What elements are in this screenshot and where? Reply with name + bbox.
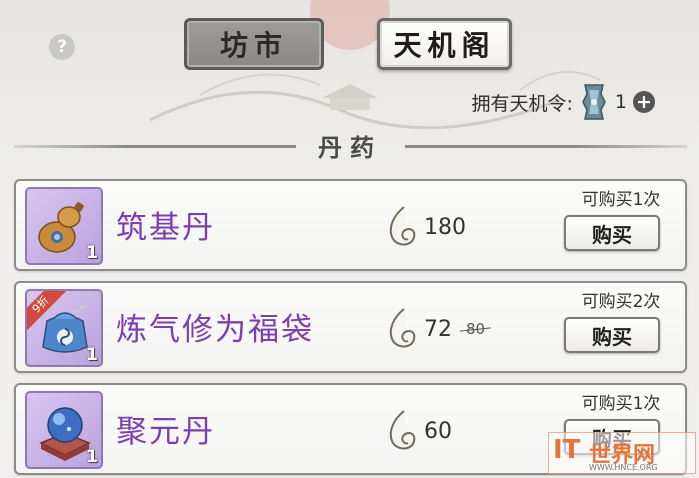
item-name: 筑基丹 <box>116 210 215 246</box>
item-quantity: 1 <box>86 345 98 365</box>
tab-market-label: 坊市 <box>219 29 288 62</box>
item-quantity: 1 <box>86 243 98 263</box>
divider-left <box>14 145 296 148</box>
question-icon: ? <box>57 37 67 57</box>
item-quantity: 1 <box>86 447 98 467</box>
original-price: 80 <box>466 320 486 338</box>
purchase-limit: 可购买1次 <box>581 394 661 414</box>
item-thumbnail[interactable]: 9折 1 <box>25 289 103 367</box>
item-name: 炼气修为福袋 <box>116 312 314 348</box>
section-header: 丹药 <box>0 128 699 164</box>
item-price: 60 <box>386 409 452 453</box>
item-name: 聚元丹 <box>116 414 215 450</box>
shop-item-card: 9折 1 炼气修为福袋 72 80 可购买2次 购买 <box>14 281 687 373</box>
price-value: 180 <box>424 214 466 240</box>
tab-tianji-pavilion[interactable]: 天机阁 <box>377 18 512 70</box>
shop-item-card: 1 筑基丹 180 可购买1次 购买 <box>14 179 687 271</box>
item-price: 180 <box>386 205 466 249</box>
watermark-brand: IT <box>553 435 581 465</box>
section-title: 丹药 <box>318 133 382 162</box>
spirit-jade-currency-icon <box>389 410 416 450</box>
buy-button[interactable]: 购买 <box>564 317 660 353</box>
spirit-jade-currency-icon <box>389 206 416 246</box>
buy-button[interactable]: 购买 <box>564 215 660 251</box>
purchase-limit: 可购买1次 <box>581 190 661 210</box>
tab-market[interactable]: 坊市 <box>184 18 324 70</box>
plus-icon: + <box>636 90 652 113</box>
site-watermark: IT 世界网 WWW.HNCE.ORG <box>548 432 696 474</box>
tianji-token-icon <box>582 84 606 120</box>
tab-tianji-label: 天机阁 <box>393 29 496 62</box>
token-count: 1 <box>614 91 627 113</box>
purchase-limit: 可购买2次 <box>581 292 661 312</box>
item-thumbnail[interactable]: 1 <box>25 187 103 265</box>
item-thumbnail[interactable]: 1 <box>25 391 103 469</box>
token-balance: 拥有天机令: 1 + <box>471 82 655 122</box>
price-value: 72 <box>424 316 452 342</box>
watermark-url: WWW.HNCE.ORG <box>589 463 658 472</box>
price-value: 60 <box>424 418 452 444</box>
token-label: 拥有天机令: <box>471 92 573 115</box>
add-token-button[interactable]: + <box>633 91 655 113</box>
divider-right <box>405 145 687 148</box>
spirit-jade-currency-icon <box>389 308 416 348</box>
item-price: 72 80 <box>386 307 485 351</box>
help-button[interactable]: ? <box>49 34 75 60</box>
